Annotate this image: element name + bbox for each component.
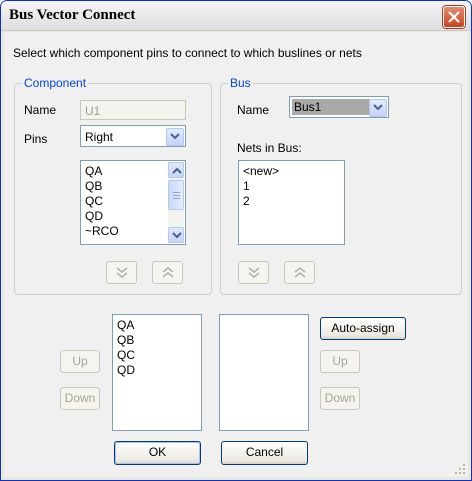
bus-move-up-button[interactable] <box>284 261 315 284</box>
pins-dropdown-value: Right <box>85 130 114 144</box>
chevron-down-icon <box>172 232 182 239</box>
window-title: Bus Vector Connect <box>9 7 136 23</box>
close-button[interactable] <box>443 6 465 28</box>
instruction-text: Select which component pins to connect t… <box>13 46 362 60</box>
dialog-client-area: Select which component pins to connect t… <box>4 32 468 477</box>
nets-in-bus-listbox[interactable]: <new> 1 2 <box>238 160 345 245</box>
list-item[interactable]: QB <box>85 179 102 194</box>
assigned-pins-listbox[interactable]: QA QB QC QD <box>112 314 202 431</box>
chevron-down-icon <box>373 104 383 111</box>
list-item[interactable]: QA <box>85 164 102 179</box>
list-item[interactable]: QB <box>117 333 134 348</box>
scroll-down-button[interactable] <box>168 227 184 243</box>
nets-in-bus-label: Nets in Bus: <box>237 141 302 155</box>
list-item[interactable]: QA <box>117 318 134 333</box>
component-name-label: Name <box>24 103 57 117</box>
list-item[interactable]: QD <box>117 363 135 378</box>
component-legend: Component <box>22 76 89 90</box>
title-bar[interactable]: Bus Vector Connect <box>1 1 471 31</box>
close-icon <box>448 11 460 23</box>
pins-up-button[interactable]: Up <box>60 350 100 373</box>
component-name-field[interactable]: U1 <box>80 100 186 120</box>
component-name-value: U1 <box>85 104 101 118</box>
ok-button[interactable]: OK <box>114 441 201 465</box>
pins-down-button[interactable]: Down <box>60 387 100 410</box>
double-chevron-up-icon <box>294 267 306 278</box>
scroll-thumb[interactable] <box>168 180 184 210</box>
bus-legend: Bus <box>228 76 253 90</box>
double-chevron-down-icon <box>248 267 260 278</box>
pins-dropdown[interactable]: Right <box>80 125 186 147</box>
component-move-down-button[interactable] <box>106 261 137 284</box>
nets-up-button[interactable]: Up <box>320 350 360 373</box>
list-item[interactable]: 2 <box>243 194 250 209</box>
bus-move-down-button[interactable] <box>238 261 269 284</box>
pins-dropdown-button[interactable] <box>166 128 184 146</box>
chevron-down-icon <box>170 133 180 140</box>
list-item[interactable]: <new> <box>243 164 279 179</box>
pins-label: Pins <box>24 132 48 146</box>
list-item[interactable]: QC <box>85 194 103 209</box>
chevron-up-icon <box>172 167 182 174</box>
bus-group: Bus Name Bus1 Nets in Bus: <new> 1 2 <box>220 76 462 295</box>
list-item[interactable]: QC <box>117 348 135 363</box>
cancel-button[interactable]: Cancel <box>221 441 308 465</box>
bus-name-dropdown-button[interactable] <box>369 99 387 117</box>
component-group: Component Name U1 Pins Right QA QB QC QD… <box>14 76 212 295</box>
scroll-up-button[interactable] <box>168 162 184 178</box>
pins-scrollbar[interactable] <box>168 162 184 243</box>
auto-assign-button[interactable]: Auto-assign <box>320 317 406 340</box>
double-chevron-up-icon <box>162 267 174 278</box>
nets-down-button[interactable]: Down <box>320 387 360 410</box>
list-item[interactable]: 1 <box>243 179 250 194</box>
list-item[interactable]: ~RCO <box>85 224 119 239</box>
bus-name-value: Bus1 <box>294 100 322 114</box>
list-item[interactable]: QD <box>85 209 103 224</box>
component-move-up-button[interactable] <box>152 261 183 284</box>
bus-name-selection: Bus1 <box>292 99 370 115</box>
dialog-window: Bus Vector Connect Select which componen… <box>0 0 472 481</box>
double-chevron-down-icon <box>116 267 128 278</box>
bus-name-dropdown[interactable]: Bus1 <box>289 96 389 118</box>
component-pins-listbox[interactable]: QA QB QC QD ~RCO <box>80 160 186 245</box>
resize-grip-icon[interactable] <box>454 463 466 475</box>
bus-name-label: Name <box>237 103 270 117</box>
assigned-nets-listbox[interactable] <box>219 314 309 431</box>
